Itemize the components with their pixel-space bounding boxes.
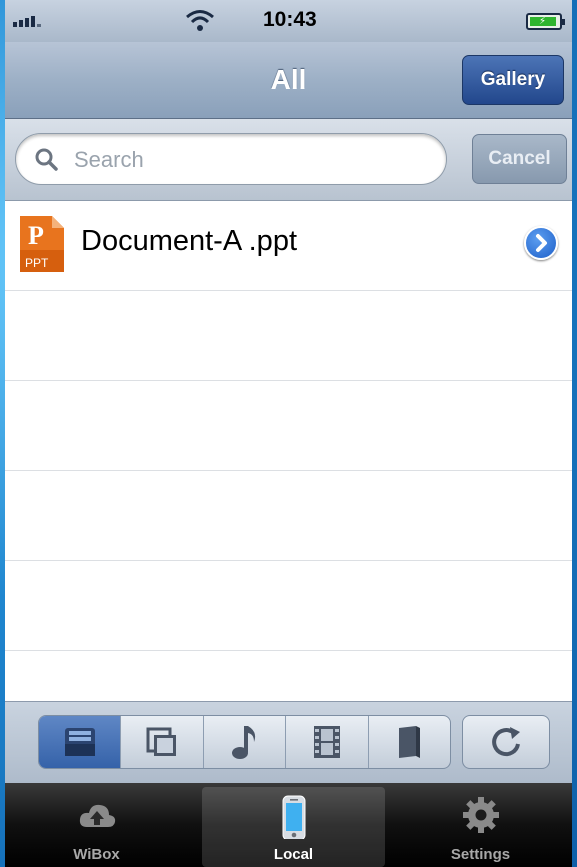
music-icon [231, 726, 255, 759]
tab-settings[interactable]: Settings [389, 787, 572, 867]
file-name: Document-A .ppt [81, 225, 297, 257]
signal-icon [13, 16, 41, 27]
filter-toolbar [5, 701, 572, 783]
gear-icon [462, 797, 499, 833]
cloud-upload-icon [79, 804, 115, 827]
tab-label: Local [273, 846, 314, 863]
filter-photos[interactable] [121, 716, 204, 768]
detail-disclosure-button[interactable] [524, 226, 558, 260]
filter-books[interactable] [369, 716, 450, 768]
refresh-button[interactable] [462, 715, 550, 769]
all-files-icon [64, 728, 95, 756]
search-bar: Search Cancel [5, 119, 572, 201]
list-item[interactable]: P PPT Document-A .ppt [5, 201, 572, 291]
tab-wibox[interactable]: WiBox [5, 787, 188, 867]
book-icon [399, 726, 421, 758]
filter-video[interactable] [286, 716, 369, 768]
file-list: P PPT Document-A .ppt [5, 201, 572, 701]
search-icon [35, 148, 58, 171]
phone-screen: 10:43 ⚡ All Gallery Search Cancel P PPT [5, 0, 572, 867]
filter-music[interactable] [204, 716, 287, 768]
search-input[interactable]: Search [15, 133, 447, 185]
tab-label: WiBox [73, 846, 120, 863]
search-placeholder: Search [74, 147, 144, 172]
tab-label: Settings [450, 846, 511, 863]
wifi-icon [186, 10, 214, 31]
photos-icon [146, 727, 177, 756]
cancel-button[interactable]: Cancel [472, 134, 567, 184]
video-icon [313, 726, 340, 758]
empty-row [5, 291, 572, 381]
empty-row [5, 381, 572, 471]
file-type-filter [38, 715, 451, 769]
tab-local[interactable]: Local [202, 787, 385, 867]
empty-row [5, 561, 572, 651]
empty-row [5, 471, 572, 561]
phone-icon [282, 795, 305, 839]
status-bar: 10:43 ⚡ [5, 0, 572, 42]
status-time: 10:43 [263, 8, 317, 31]
ppt-icon-text: PPT [25, 256, 49, 270]
filter-all-files[interactable] [39, 716, 122, 768]
refresh-icon [492, 727, 520, 757]
chevron-right-icon [536, 234, 547, 252]
svg-text:P: P [28, 221, 44, 250]
ppt-file-icon: P PPT [20, 216, 64, 272]
gallery-button[interactable]: Gallery [462, 55, 564, 105]
navigation-bar: All Gallery [5, 42, 572, 119]
battery-icon: ⚡ [526, 13, 565, 30]
tab-bar: WiBox Local Settings [5, 783, 572, 867]
